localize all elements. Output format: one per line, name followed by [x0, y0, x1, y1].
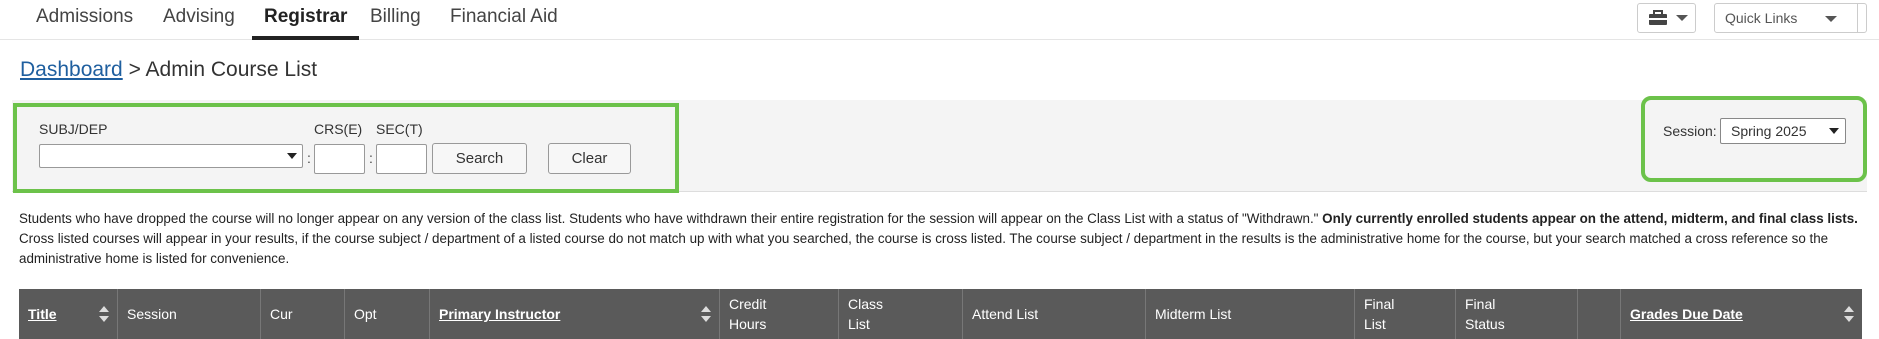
toolbox-icon: [1649, 10, 1667, 25]
column-header-final-status: Final Status: [1456, 289, 1578, 339]
divider: [1857, 4, 1858, 32]
crs-label: CRS(E): [314, 121, 363, 137]
column-header-label: Grades Due Date: [1630, 306, 1743, 322]
notice-bold-text: Only currently enrolled students appear …: [1322, 211, 1858, 226]
subj-dep-label: SUBJ/DEP: [39, 121, 108, 137]
column-header-label: Title: [28, 306, 57, 322]
tab-financial-aid[interactable]: Financial Aid: [438, 6, 570, 40]
quick-links-dropdown[interactable]: Quick Links: [1714, 3, 1867, 33]
column-header-midterm-list: Midterm List: [1146, 289, 1355, 339]
chevron-down-icon: [287, 153, 297, 159]
class-list-notice: Students who have dropped the course wil…: [19, 209, 1859, 269]
column-header-primary-instructor[interactable]: Primary Instructor: [430, 289, 720, 339]
column-header-label: Attend List: [972, 306, 1039, 322]
chevron-down-icon: [1825, 16, 1837, 22]
column-header-session: Session: [118, 289, 261, 339]
tab-admissions[interactable]: Admissions: [24, 6, 145, 40]
sec-label: SEC(T): [376, 121, 423, 137]
column-header-label: Credit Hours: [729, 296, 767, 332]
column-header-label: Opt: [354, 306, 377, 322]
column-header-cur: Cur: [261, 289, 345, 339]
sort-icon: [701, 306, 711, 322]
column-header-grades-due-date[interactable]: Grades Due Date: [1621, 289, 1862, 339]
course-table-header: Title Session Cur Opt Primary Instructor…: [19, 289, 1862, 339]
crs-input[interactable]: [314, 144, 365, 174]
column-header-final-list: Final List: [1355, 289, 1456, 339]
page-title: Admin Course List: [145, 58, 318, 81]
colon-separator: :: [369, 150, 373, 166]
sort-icon: [99, 306, 109, 322]
chevron-down-icon: [1829, 128, 1839, 134]
session-select[interactable]: Spring 2025: [1720, 118, 1846, 144]
clear-button[interactable]: Clear: [548, 143, 631, 174]
toolbox-dropdown-button[interactable]: [1637, 3, 1696, 33]
column-header-class-list: Class List: [839, 289, 963, 339]
column-header-label: Session: [127, 306, 177, 322]
column-header-attend-list: Attend List: [963, 289, 1146, 339]
notice-text-continued: Cross listed courses will appear in your…: [19, 231, 1829, 266]
sort-icon: [1844, 306, 1854, 322]
tab-advising[interactable]: Advising: [151, 6, 247, 40]
search-button[interactable]: Search: [432, 143, 527, 174]
tab-registrar[interactable]: Registrar: [252, 6, 360, 40]
session-label: Session:: [1663, 123, 1717, 139]
colon-separator: :: [307, 150, 311, 166]
session-value: Spring 2025: [1731, 123, 1807, 139]
column-header-blank: [1578, 289, 1621, 339]
column-header-title[interactable]: Title: [19, 289, 118, 339]
column-header-opt: Opt: [345, 289, 430, 339]
column-header-label: Midterm List: [1155, 306, 1232, 322]
column-header-credit-hours: Credit Hours: [720, 289, 839, 339]
breadcrumb: Dashboard > Admin Course List: [20, 58, 317, 82]
chevron-down-icon: [1676, 15, 1688, 21]
top-navigation: Admissions Advising Registrar Billing Fi…: [0, 0, 1879, 40]
breadcrumb-separator: >: [128, 58, 141, 81]
tab-billing[interactable]: Billing: [358, 6, 433, 40]
column-header-label: Final Status: [1465, 296, 1505, 332]
breadcrumb-dashboard-link[interactable]: Dashboard: [20, 58, 123, 81]
column-header-label: Primary Instructor: [439, 306, 561, 322]
column-header-label: Class List: [848, 296, 884, 332]
column-header-label: Final List: [1364, 296, 1395, 332]
notice-text: Students who have dropped the course wil…: [19, 211, 1323, 226]
sec-input[interactable]: [376, 144, 427, 174]
column-header-label: Cur: [270, 306, 293, 322]
quick-links-label: Quick Links: [1725, 10, 1798, 26]
subj-dep-select[interactable]: [39, 144, 303, 168]
